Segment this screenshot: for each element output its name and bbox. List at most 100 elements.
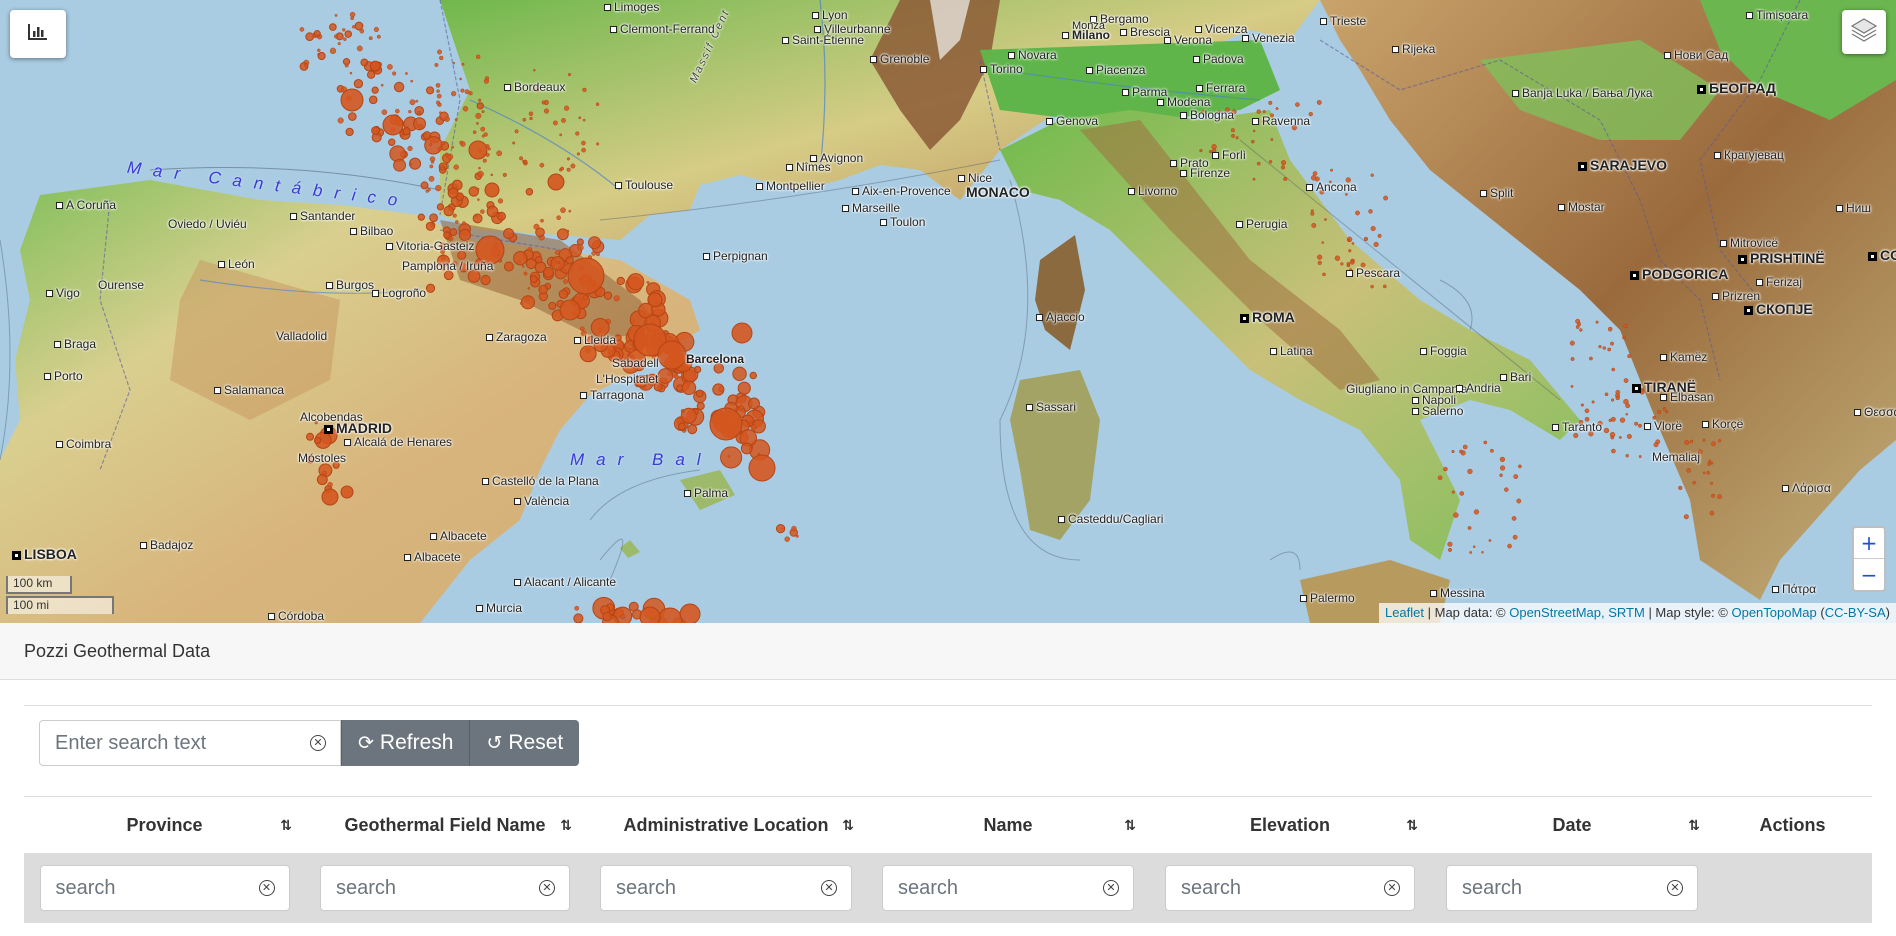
well-marker[interactable] <box>452 61 456 65</box>
well-marker[interactable] <box>409 99 416 106</box>
well-marker[interactable] <box>334 34 339 39</box>
well-marker[interactable] <box>1602 346 1607 350</box>
well-marker[interactable] <box>444 152 449 157</box>
well-marker[interactable] <box>521 265 525 268</box>
well-marker[interactable] <box>371 86 379 94</box>
well-marker[interactable] <box>1268 160 1273 164</box>
sort-icon[interactable]: ⇅ <box>1688 817 1700 834</box>
well-marker[interactable] <box>582 118 586 122</box>
well-marker[interactable] <box>1322 272 1326 277</box>
well-marker[interactable] <box>567 257 605 295</box>
well-marker[interactable] <box>1459 449 1463 454</box>
well-marker[interactable] <box>1473 509 1480 515</box>
well-marker[interactable] <box>449 228 458 236</box>
well-marker[interactable] <box>387 64 393 70</box>
well-marker[interactable] <box>1312 171 1318 176</box>
well-marker[interactable] <box>481 110 485 114</box>
well-marker[interactable] <box>342 28 346 32</box>
well-marker[interactable] <box>558 289 569 299</box>
well-marker[interactable] <box>382 114 404 136</box>
well-marker[interactable] <box>552 120 558 126</box>
well-marker[interactable] <box>1619 417 1626 423</box>
well-marker[interactable] <box>1251 139 1255 144</box>
well-marker[interactable] <box>337 117 344 124</box>
well-marker[interactable] <box>628 347 634 353</box>
well-marker[interactable] <box>1351 242 1355 245</box>
osm-link[interactable]: OpenStreetMap, SRTM <box>1509 605 1645 620</box>
well-marker[interactable] <box>795 534 799 538</box>
opentopomap-link[interactable]: OpenTopoMap <box>1731 605 1816 620</box>
well-marker[interactable] <box>439 55 444 61</box>
well-marker[interactable] <box>1507 543 1512 549</box>
clear-filter-icon[interactable]: ✕ <box>1384 880 1400 896</box>
well-marker[interactable] <box>1512 534 1518 540</box>
well-marker[interactable] <box>461 62 465 66</box>
well-marker[interactable] <box>313 30 321 38</box>
well-marker[interactable] <box>578 116 582 120</box>
well-marker[interactable] <box>480 209 485 214</box>
well-marker[interactable] <box>525 258 537 270</box>
filter-input-elevation[interactable] <box>1166 866 1414 910</box>
well-marker[interactable] <box>447 187 459 199</box>
well-marker[interactable] <box>535 255 543 264</box>
well-marker[interactable] <box>1638 455 1642 459</box>
well-marker[interactable] <box>348 112 357 121</box>
column-header-administrative-location[interactable]: Administrative Location ⇅ <box>585 797 867 853</box>
well-marker[interactable] <box>1580 403 1584 407</box>
well-marker[interactable] <box>450 90 457 97</box>
well-marker[interactable] <box>1330 168 1334 172</box>
well-marker[interactable] <box>568 209 572 213</box>
well-marker[interactable] <box>519 156 524 161</box>
well-marker[interactable] <box>354 21 364 31</box>
clear-search-icon[interactable]: ✕ <box>310 735 326 751</box>
well-marker[interactable] <box>680 407 697 424</box>
well-marker[interactable] <box>1717 439 1722 443</box>
well-marker[interactable] <box>1625 453 1629 458</box>
well-marker[interactable] <box>1317 260 1322 265</box>
well-marker[interactable] <box>417 110 422 115</box>
well-marker[interactable] <box>513 251 528 266</box>
well-marker[interactable] <box>687 424 698 435</box>
well-marker[interactable] <box>1570 385 1574 388</box>
well-marker[interactable] <box>430 160 435 164</box>
well-marker[interactable] <box>561 117 566 123</box>
global-search-input[interactable] <box>40 721 340 765</box>
well-marker[interactable] <box>595 102 600 107</box>
well-marker[interactable] <box>478 166 481 170</box>
well-marker[interactable] <box>681 380 697 396</box>
well-marker[interactable] <box>360 58 369 67</box>
well-marker[interactable] <box>574 605 580 611</box>
well-marker[interactable] <box>1637 423 1642 428</box>
well-marker[interactable] <box>478 98 482 102</box>
well-marker[interactable] <box>627 273 645 291</box>
map[interactable]: LISBOA MADRID ROMA MONACO SARAJEVO БЕОГР… <box>0 0 1896 623</box>
well-marker[interactable] <box>1377 233 1382 238</box>
well-marker[interactable] <box>527 287 531 290</box>
well-marker[interactable] <box>480 274 491 286</box>
well-marker[interactable] <box>527 247 533 252</box>
leaflet-link[interactable]: Leaflet <box>1385 605 1424 620</box>
well-marker[interactable] <box>436 203 445 211</box>
well-marker[interactable] <box>727 455 731 458</box>
clear-filter-icon[interactable]: ✕ <box>1103 880 1119 896</box>
well-marker[interactable] <box>1252 177 1256 181</box>
well-marker[interactable] <box>1702 471 1706 475</box>
well-marker[interactable] <box>1268 100 1273 105</box>
well-marker[interactable] <box>566 167 571 172</box>
well-marker[interactable] <box>1518 464 1522 469</box>
well-marker[interactable] <box>1577 322 1582 327</box>
well-marker[interactable] <box>673 374 679 380</box>
well-marker[interactable] <box>429 143 433 147</box>
well-marker[interactable] <box>1235 136 1239 140</box>
well-marker[interactable] <box>1370 225 1376 232</box>
well-marker[interactable] <box>429 164 434 169</box>
well-marker[interactable] <box>1437 475 1443 481</box>
well-marker[interactable] <box>1199 148 1203 153</box>
well-marker[interactable] <box>565 256 574 265</box>
well-marker[interactable] <box>775 523 786 534</box>
well-marker[interactable] <box>535 227 545 238</box>
zoom-out-button[interactable]: − <box>1854 559 1884 590</box>
well-marker[interactable] <box>1607 347 1612 352</box>
well-marker[interactable] <box>495 213 500 218</box>
well-marker[interactable] <box>445 162 449 166</box>
